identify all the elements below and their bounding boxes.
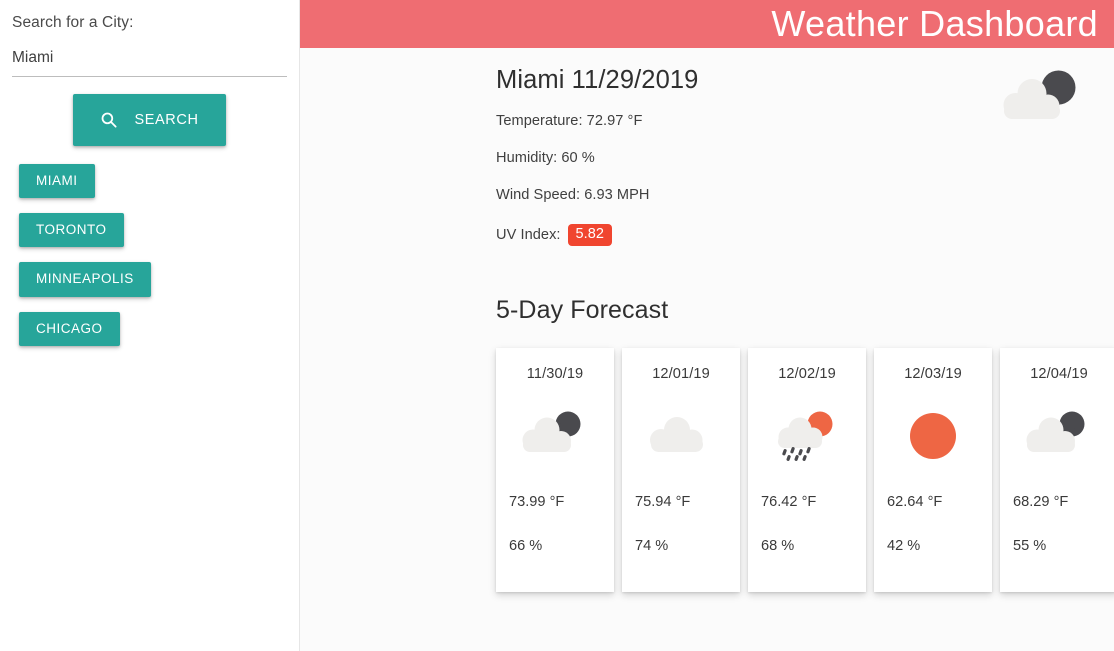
forecast-humidity: 55 % xyxy=(1013,537,1047,554)
search-button[interactable]: SEARCH xyxy=(73,94,226,146)
forecast-humidity: 42 % xyxy=(887,537,921,554)
app-header: Weather Dashboard xyxy=(300,0,1114,48)
forecast-temperature: 62.64 °F xyxy=(887,493,943,510)
forecast-card: 11/30/19 73.99 °F 66 % xyxy=(496,347,614,592)
page-title: Weather Dashboard xyxy=(771,3,1098,44)
search-input[interactable] xyxy=(12,47,287,77)
forecast-date: 12/01/19 xyxy=(652,365,710,382)
forecast-title: 5-Day Forecast xyxy=(496,295,669,324)
forecast-temperature: 73.99 °F xyxy=(509,493,565,510)
search-input-wrapper xyxy=(10,47,289,77)
forecast-date: 12/04/19 xyxy=(1030,365,1088,382)
forecast-temperature: 68.29 °F xyxy=(1013,493,1069,510)
current-humidity-text: Humidity: 60 % xyxy=(496,150,595,166)
broken-clouds-icon xyxy=(998,68,1082,136)
current-temperature-text: Temperature: 72.97 °F xyxy=(496,113,643,129)
search-button-label: SEARCH xyxy=(134,112,199,128)
forecast-card: 12/02/19 76.42 °F 68 % xyxy=(748,347,866,592)
overcast-clouds-icon xyxy=(635,388,727,484)
current-uv-index: UV Index: 5.82 xyxy=(496,224,1114,246)
history-item-chicago[interactable]: CHICAGO xyxy=(19,311,120,346)
uv-index-label: UV Index: xyxy=(496,226,561,243)
forecast-humidity: 74 % xyxy=(635,537,669,554)
forecast-temperature: 75.94 °F xyxy=(635,493,691,510)
content-area: Miami 11/29/2019 Temperature: 72.97 °F H… xyxy=(300,48,1114,592)
forecast-date: 12/02/19 xyxy=(778,365,836,382)
forecast-date: 11/30/19 xyxy=(526,365,584,382)
forecast-humidity: 66 % xyxy=(509,537,543,554)
forecast-date: 12/03/19 xyxy=(904,365,962,382)
clear-sky-sun-icon xyxy=(887,388,979,484)
forecast-row: 11/30/19 73.99 °F 66 % 12/01/19 75.94 °F… xyxy=(496,347,1114,592)
search-label: Search for a City: xyxy=(12,14,134,31)
current-weather-card: Miami 11/29/2019 Temperature: 72.97 °F H… xyxy=(496,66,1114,246)
search-icon xyxy=(100,111,118,129)
history-item-toronto[interactable]: TORONTO xyxy=(19,213,124,248)
broken-clouds-icon xyxy=(1013,388,1105,484)
current-wind-speed-text: Wind Speed: 6.93 MPH xyxy=(496,187,650,203)
history-item-miami[interactable]: MIAMI xyxy=(19,164,95,199)
search-history-list: MIAMI TORONTO MINNEAPOLIS CHICAGO xyxy=(10,164,289,346)
forecast-humidity: 68 % xyxy=(761,537,795,554)
search-button-row: SEARCH xyxy=(10,94,289,146)
current-wind-speed: Wind Speed: 6.93 MPH xyxy=(496,187,1114,203)
history-item-minneapolis[interactable]: MINNEAPOLIS xyxy=(19,262,151,297)
broken-clouds-icon xyxy=(509,388,601,484)
forecast-temperature: 76.42 °F xyxy=(761,493,817,510)
forecast-card: 12/03/19 62.64 °F 42 % xyxy=(874,347,992,592)
weather-dashboard-app: Search for a City: SEARCH MIAMI TORONTO … xyxy=(0,0,1114,651)
forecast-card: 12/01/19 75.94 °F 74 % xyxy=(622,347,740,592)
shower-rain-sun-icon xyxy=(761,388,853,484)
forecast-card: 12/04/19 68.29 °F 55 % xyxy=(1000,347,1114,592)
sidebar: Search for a City: SEARCH MIAMI TORONTO … xyxy=(0,0,300,651)
current-humidity: Humidity: 60 % xyxy=(496,150,1114,166)
uv-index-badge: 5.82 xyxy=(567,224,612,246)
main-panel: Weather Dashboard Miami 11/29/2019 Tempe… xyxy=(300,0,1114,651)
